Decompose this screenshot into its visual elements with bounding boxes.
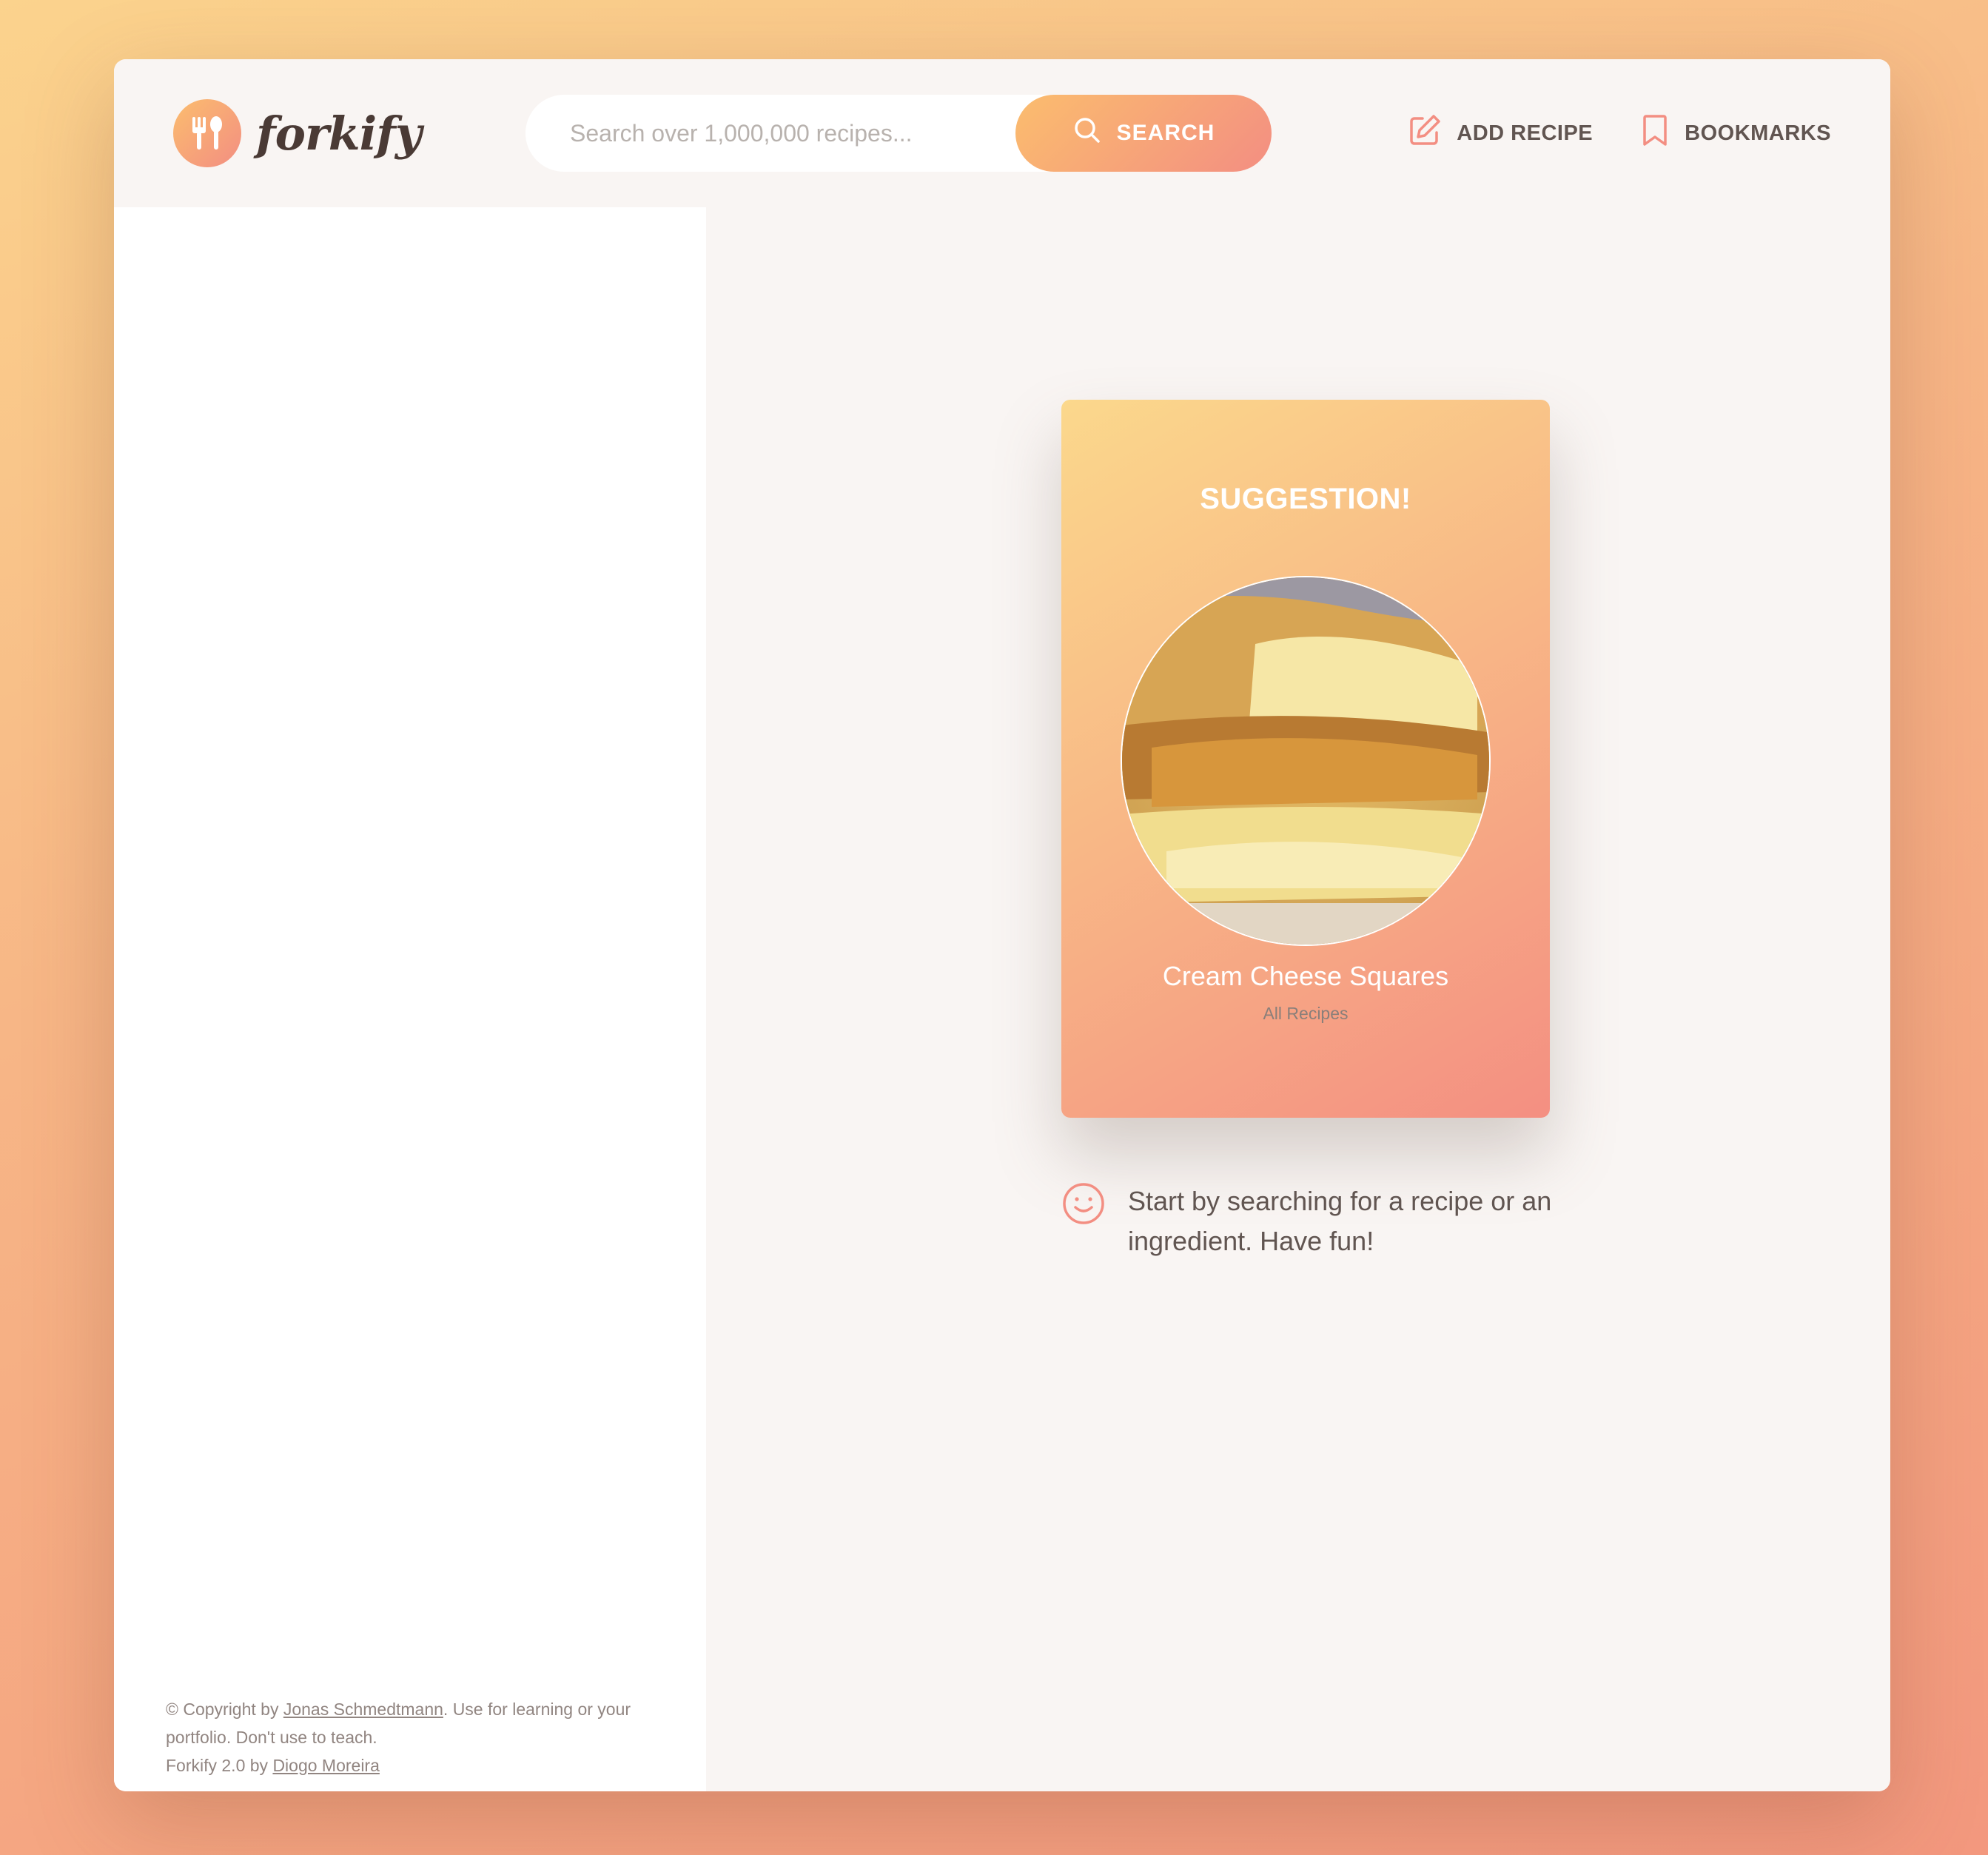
add-recipe-button[interactable]: ADD RECIPE — [1408, 113, 1593, 153]
nav: ADD RECIPE BOOKMARKS — [1408, 101, 1831, 166]
search-button-label: SEARCH — [1116, 121, 1215, 145]
start-message: Start by searching for a recipe or an in… — [1061, 1181, 1565, 1261]
search-icon — [1072, 115, 1102, 151]
recipe-image — [1121, 576, 1491, 946]
recipe-name: Cream Cheese Squares — [1162, 961, 1449, 991]
copyright: © Copyright by Jonas Schmedtmann. Use fo… — [166, 1695, 669, 1779]
fork-spoon-icon — [173, 99, 241, 167]
author-link[interactable]: Jonas Schmedtmann — [283, 1700, 443, 1719]
logo[interactable]: forkify — [173, 98, 422, 169]
recipe-source: All Recipes — [1263, 1004, 1349, 1023]
header: forkify SEARCH — [114, 59, 1890, 207]
edit-icon — [1408, 113, 1442, 153]
add-recipe-label: ADD RECIPE — [1457, 121, 1594, 145]
bookmark-icon — [1640, 113, 1670, 153]
version-prefix: Forkify 2.0 by — [166, 1756, 273, 1775]
copyright-prefix: © Copyright by — [166, 1700, 283, 1719]
search-results-sidebar: © Copyright by Jonas Schmedtmann. Use fo… — [114, 207, 706, 1791]
version-author-link[interactable]: Diogo Moreira — [272, 1756, 379, 1775]
logo-text: forkify — [256, 106, 422, 161]
app-container: forkify SEARCH — [114, 59, 1890, 1791]
start-message-text: Start by searching for a recipe or an in… — [1128, 1186, 1552, 1256]
smile-icon — [1061, 1181, 1106, 1230]
search-button[interactable]: SEARCH — [1015, 95, 1272, 172]
suggestion-title: SUGGESTION! — [1200, 483, 1411, 515]
suggestion-card[interactable]: SUGGESTION! Cream Cheese Squares All Rec… — [1061, 400, 1550, 1118]
search-form: SEARCH — [525, 95, 1272, 172]
recipe-container: SUGGESTION! Cream Cheese Squares All Rec… — [706, 207, 1890, 1791]
bookmarks-label: BOOKMARKS — [1685, 121, 1831, 145]
search-input[interactable] — [525, 95, 1014, 172]
bookmarks-button[interactable]: BOOKMARKS — [1640, 113, 1831, 153]
